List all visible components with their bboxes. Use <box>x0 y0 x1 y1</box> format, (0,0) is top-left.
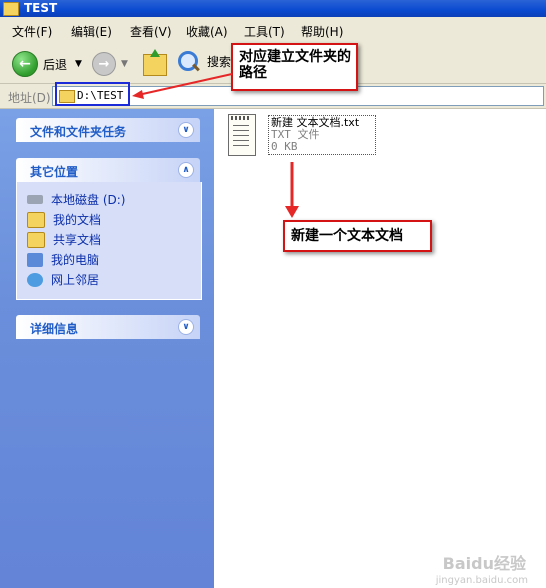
other-places-panel: 本地磁盘 (D:) 我的文档 共享文档 我的电脑 网上邻居 <box>16 182 202 300</box>
forward-chevron-icon[interactable]: ▼ <box>121 59 128 69</box>
title-bar: TEST <box>0 0 546 17</box>
menu-tools[interactable]: 工具(T) <box>244 23 285 40</box>
expand-chevron-icon[interactable]: ∨ <box>178 319 194 335</box>
menu-bar: 文件(F) 编辑(E) 查看(V) 收藏(A) 工具(T) 帮助(H) <box>0 17 546 44</box>
other-places-header[interactable]: 其它位置 ∧ <box>16 158 200 182</box>
place-label: 网上邻居 <box>51 273 100 287</box>
place-local-disk[interactable]: 本地磁盘 (D:) <box>27 191 125 208</box>
collapse-chevron-icon[interactable]: ∧ <box>178 162 194 178</box>
text-file-icon[interactable] <box>228 114 256 156</box>
callout-text: 新建一个文本文档 <box>291 228 403 244</box>
file-callout: 新建一个文本文档 <box>283 220 432 252</box>
watermark-url: jingyan.baidu.com <box>435 575 528 586</box>
up-folder-button[interactable] <box>143 49 167 76</box>
file-size: 0 KB <box>271 140 298 153</box>
search-label: 搜索 <box>207 54 232 69</box>
menu-edit[interactable]: 编辑(E) <box>71 23 112 40</box>
details-header[interactable]: 详细信息 ∨ <box>16 315 200 339</box>
menu-file[interactable]: 文件(F) <box>12 23 52 40</box>
panel-title: 文件和文件夹任务 <box>30 125 127 139</box>
menu-help[interactable]: 帮助(H) <box>301 23 343 40</box>
drive-icon <box>27 195 43 204</box>
place-my-computer[interactable]: 我的电脑 <box>27 251 99 268</box>
back-arrow-icon: ← <box>12 51 38 77</box>
path-highlight-box <box>55 82 130 106</box>
up-folder-icon <box>143 49 167 76</box>
window-title: TEST <box>24 1 58 15</box>
my-documents-icon <box>27 211 45 228</box>
file-list-pane[interactable] <box>214 109 546 588</box>
watermark-logo: Baidu经验 <box>442 554 526 573</box>
back-label: 后退 <box>43 57 68 72</box>
place-label: 共享文档 <box>53 233 102 247</box>
chevron-down-icon[interactable]: ▼ <box>75 59 82 69</box>
my-computer-icon <box>27 252 43 267</box>
forward-arrow-icon: → <box>92 52 116 76</box>
file-folder-tasks-header[interactable]: 文件和文件夹任务 ∨ <box>16 118 200 142</box>
address-label: 地址(D) <box>8 91 51 105</box>
place-label: 我的电脑 <box>51 253 100 267</box>
search-icon <box>178 51 198 71</box>
file-item[interactable]: 新建 文本文档.txt TXT 文件 0 KB <box>268 115 376 155</box>
place-network[interactable]: 网上邻居 <box>27 271 99 288</box>
place-my-documents[interactable]: 我的文档 <box>27 211 101 228</box>
panel-title: 详细信息 <box>30 322 79 336</box>
search-button[interactable]: 搜索 <box>178 51 231 71</box>
place-label: 我的文档 <box>53 213 102 227</box>
expand-chevron-icon[interactable]: ∨ <box>178 122 194 138</box>
forward-button[interactable]: → ▼ <box>92 52 128 76</box>
place-label: 本地磁盘 (D:) <box>51 193 126 207</box>
menu-favorites[interactable]: 收藏(A) <box>186 23 228 40</box>
shared-folder-icon <box>27 231 45 248</box>
path-callout: 对应建立文件夹的路径 <box>231 43 358 91</box>
folder-icon <box>3 2 19 16</box>
menu-view[interactable]: 查看(V) <box>130 23 172 40</box>
back-button[interactable]: ← 后退 ▼ <box>12 51 82 77</box>
panel-title: 其它位置 <box>30 165 79 179</box>
network-icon <box>27 272 43 287</box>
callout-text: 对应建立文件夹的路径 <box>239 49 351 81</box>
place-shared-documents[interactable]: 共享文档 <box>27 231 101 248</box>
